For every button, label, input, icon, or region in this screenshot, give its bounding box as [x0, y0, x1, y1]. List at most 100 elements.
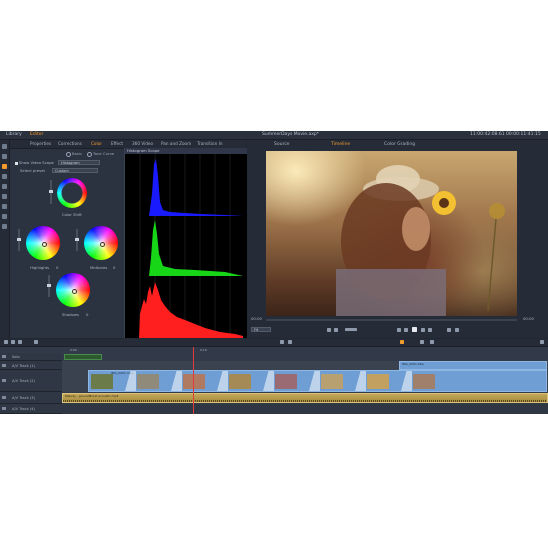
transition-icon[interactable]	[2, 204, 7, 209]
tab-transition-in[interactable]: Transition In	[197, 141, 222, 147]
radio-icon	[66, 151, 71, 157]
tab-source[interactable]: Source	[274, 142, 289, 148]
transition-marker[interactable]	[263, 371, 274, 391]
track-visibility-icon[interactable]	[2, 379, 6, 382]
track-visibility-icon[interactable]	[2, 407, 6, 410]
show-scope-checkbox[interactable]: Show Video Scope	[15, 160, 54, 165]
playhead[interactable]	[193, 347, 194, 414]
project-timecode: 11:00:42:08.61 00:00:11:41:15	[470, 132, 541, 137]
go-end-icon[interactable]	[428, 328, 432, 332]
highlights-slider[interactable]	[17, 229, 21, 251]
playback-scrubber[interactable]	[266, 319, 517, 321]
slider-knob[interactable]	[17, 238, 21, 241]
track-visibility-icon[interactable]	[2, 396, 6, 399]
zoom-out-icon[interactable]	[420, 340, 424, 344]
marker-icon[interactable]	[400, 340, 404, 344]
transition-marker[interactable]	[309, 371, 320, 391]
go-start-icon[interactable]	[397, 328, 401, 332]
transition-marker[interactable]	[355, 371, 366, 391]
slider-knob[interactable]	[49, 190, 53, 193]
editor-tab[interactable]: Editor	[30, 132, 43, 138]
midtones-slider[interactable]	[75, 229, 79, 251]
histogram-graph	[139, 154, 243, 338]
video-clip[interactable]: IMG_0001.mov	[88, 370, 547, 392]
settings-icon[interactable]	[2, 224, 7, 229]
music-icon[interactable]	[2, 184, 7, 189]
link-icon[interactable]	[18, 340, 22, 344]
histogram-blue-channel	[139, 159, 243, 216]
audio-clip[interactable]: Melody - groundBurst acoustic.mp3	[62, 393, 548, 403]
loop-icon[interactable]	[334, 328, 338, 332]
radio-icon	[87, 151, 92, 157]
film-icon[interactable]	[2, 154, 7, 159]
step-back-icon[interactable]	[404, 328, 408, 332]
title-clip[interactable]: IMG_0001.title	[399, 361, 547, 370]
track-lane-4	[62, 404, 548, 414]
tab-timeline[interactable]: Timeline	[331, 142, 350, 148]
tab-corrections[interactable]: Corrections	[58, 141, 82, 147]
transition-marker[interactable]	[171, 371, 182, 391]
scope-select[interactable]: Histogram	[58, 160, 100, 165]
tab-effect[interactable]: Effect	[111, 141, 123, 147]
tab-360-video[interactable]: 360 Video	[132, 141, 153, 147]
track-visibility-icon[interactable]	[2, 364, 6, 367]
preset-select[interactable]: Custom	[52, 168, 98, 173]
midtones-wheel[interactable]	[84, 226, 118, 260]
color-shift-label: Color Shift	[62, 212, 82, 217]
marker-in-icon[interactable]	[327, 328, 331, 332]
library-tab[interactable]: Library	[6, 132, 22, 138]
shadows-slider[interactable]	[47, 275, 51, 297]
slider-knob[interactable]	[75, 238, 79, 241]
fullscreen-icon[interactable]	[455, 328, 459, 332]
face-shape	[402, 207, 430, 251]
split-icon[interactable]	[280, 340, 284, 344]
delete-icon[interactable]	[288, 340, 292, 344]
transition-marker[interactable]	[217, 371, 228, 391]
midtones-handle[interactable]	[99, 241, 105, 247]
track-label: A/V Track (2)	[12, 379, 35, 383]
preview-scene	[336, 165, 505, 316]
mode-basic[interactable]: Basic	[66, 151, 82, 157]
highlights-value: 0	[56, 265, 59, 270]
player-panel: Source Timeline Color Grading 00:00 00:0…	[247, 140, 548, 338]
menu-icon[interactable]	[2, 214, 7, 219]
mode-tone-curve[interactable]: Tone Curve	[87, 151, 114, 157]
color-shift-wheel[interactable]	[57, 178, 87, 208]
video-preview[interactable]	[266, 151, 517, 316]
transition-marker[interactable]	[401, 371, 412, 391]
eye-icon[interactable]	[2, 144, 7, 149]
zoom-in-icon[interactable]	[430, 340, 434, 344]
track-header-4: A/V Track (4)	[0, 404, 62, 414]
shuttle-icon[interactable]	[345, 328, 357, 331]
settings-icon[interactable]	[34, 340, 38, 344]
play-icon[interactable]	[412, 327, 417, 332]
track-label: Solo	[12, 355, 20, 359]
close-icon[interactable]	[540, 340, 544, 344]
tab-pan-zoom[interactable]: Pan and Zoom	[161, 141, 191, 147]
highlights-handle[interactable]	[41, 241, 47, 247]
brush-icon[interactable]	[2, 164, 7, 169]
solo-icon[interactable]	[2, 355, 6, 358]
razor-icon[interactable]	[4, 340, 8, 344]
histogram-red-channel	[139, 282, 243, 338]
tab-color[interactable]: Color	[91, 141, 102, 147]
mode-tone-curve-label: Tone Curve	[93, 151, 115, 156]
volume-icon[interactable]	[447, 328, 451, 332]
shadows-wheel[interactable]	[56, 273, 90, 307]
highlights-wheel[interactable]	[26, 226, 60, 260]
effect-icon[interactable]	[2, 174, 7, 179]
slider-knob[interactable]	[47, 284, 51, 287]
step-forward-icon[interactable]	[421, 328, 425, 332]
tab-color-grading[interactable]: Color Grading	[384, 142, 415, 148]
shadows-value: 0	[86, 312, 89, 317]
color-shift-slider[interactable]	[49, 180, 53, 204]
zoom-select[interactable]: Fit	[251, 327, 271, 332]
tab-properties[interactable]: Properties	[30, 141, 51, 147]
clip-thumbnail	[275, 374, 297, 389]
clip-thumbnail	[229, 374, 251, 389]
shadows-handle[interactable]	[71, 288, 77, 294]
snap-icon[interactable]	[11, 340, 15, 344]
text-icon[interactable]	[2, 194, 7, 199]
green-marker-clip[interactable]	[64, 354, 102, 360]
right-timecode: 00:00	[523, 316, 534, 321]
